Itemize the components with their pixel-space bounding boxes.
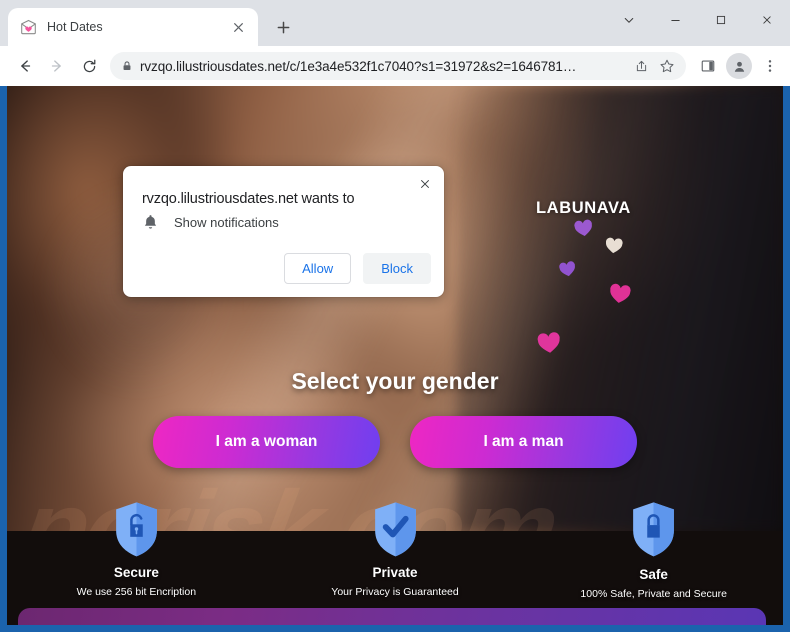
browser-tab[interactable]: Hot Dates: [8, 8, 258, 46]
tab-close-icon[interactable]: [228, 17, 248, 37]
navigation-bar: rvzqo.lilustriousdates.net/c/1e3a4e532f1…: [0, 46, 790, 86]
shield-locked-padlock-icon: [524, 498, 783, 560]
floating-heart-icon: [535, 329, 563, 356]
side-panel-icon[interactable]: [694, 52, 722, 80]
three-dot-menu-icon[interactable]: [756, 52, 784, 80]
badge-title: Private: [372, 565, 418, 580]
badge-private: Private Your Privacy is Guaranteed: [266, 498, 525, 600]
floating-heart-icon: [557, 258, 579, 278]
bell-icon: [142, 213, 159, 231]
gender-man-button[interactable]: I am a man: [410, 416, 637, 468]
tab-strip: Hot Dates: [0, 0, 790, 46]
shield-check-icon: [266, 498, 525, 560]
block-button[interactable]: Block: [363, 253, 431, 284]
shield-open-padlock-icon: [7, 498, 266, 560]
gender-button-row: I am a woman I am a man: [7, 416, 783, 468]
tab-search-button[interactable]: [606, 0, 652, 40]
minimize-button[interactable]: [652, 0, 698, 40]
floating-heart-icon: [572, 217, 595, 239]
envelope-heart-icon: [20, 19, 37, 36]
floating-heart-icon: [607, 280, 634, 305]
gender-select-section: Select your gender I am a woman I am a m…: [7, 368, 783, 468]
permission-label: Show notifications: [174, 214, 279, 230]
badge-secure: Secure We use 256 bit Encription: [7, 498, 266, 600]
page-title: Select your gender: [291, 368, 499, 394]
profile-avatar-icon[interactable]: [726, 53, 752, 79]
badge-title: Safe: [639, 567, 668, 582]
tab-title: Hot Dates: [47, 20, 103, 34]
browser-window: Hot Dates rvzqo.lilustriousdates.net/c/1…: [0, 0, 790, 632]
floating-heart-icon: [603, 235, 625, 255]
lock-icon[interactable]: [114, 54, 140, 78]
badge-title: Secure: [113, 565, 159, 580]
new-tab-button[interactable]: [268, 12, 298, 42]
forward-button[interactable]: [42, 51, 72, 81]
notification-permission-dialog: rvzqo.lilustriousdates.net wants to Show…: [123, 166, 444, 297]
window-controls: [606, 0, 790, 40]
badge-subtitle: Your Privacy is Guaranteed: [331, 586, 459, 598]
trust-badges: Secure We use 256 bit Encription Private…: [7, 498, 783, 600]
reload-button[interactable]: [74, 51, 104, 81]
close-icon[interactable]: [413, 172, 437, 196]
url-text: rvzqo.lilustriousdates.net/c/1e3a4e532f1…: [140, 58, 577, 74]
dialog-actions: Allow Block: [284, 253, 431, 284]
badge-subtitle: We use 256 bit Encription: [76, 586, 197, 598]
permission-request-row: Show notifications: [142, 213, 279, 231]
gender-woman-button[interactable]: I am a woman: [153, 416, 380, 468]
address-bar[interactable]: rvzqo.lilustriousdates.net/c/1e3a4e532f1…: [110, 52, 686, 80]
allow-button[interactable]: Allow: [284, 253, 352, 284]
star-icon[interactable]: [654, 53, 680, 79]
back-button[interactable]: [10, 51, 40, 81]
dialog-title: rvzqo.lilustriousdates.net wants to: [142, 191, 355, 207]
share-icon[interactable]: [628, 53, 654, 79]
maximize-button[interactable]: [698, 0, 744, 40]
site-brand: LABUNAVA: [536, 199, 631, 217]
hero-section: pcrisk.com LABUNAVA Select your gender: [7, 86, 783, 531]
likes-card: 1537 people like this: [18, 608, 766, 625]
close-window-button[interactable]: [744, 0, 790, 40]
page-viewport: pcrisk.com LABUNAVA Select your gender: [7, 86, 783, 625]
badge-subtitle: 100% Safe, Private and Secure: [580, 588, 727, 600]
badge-safe: Safe 100% Safe, Private and Secure: [524, 498, 783, 600]
